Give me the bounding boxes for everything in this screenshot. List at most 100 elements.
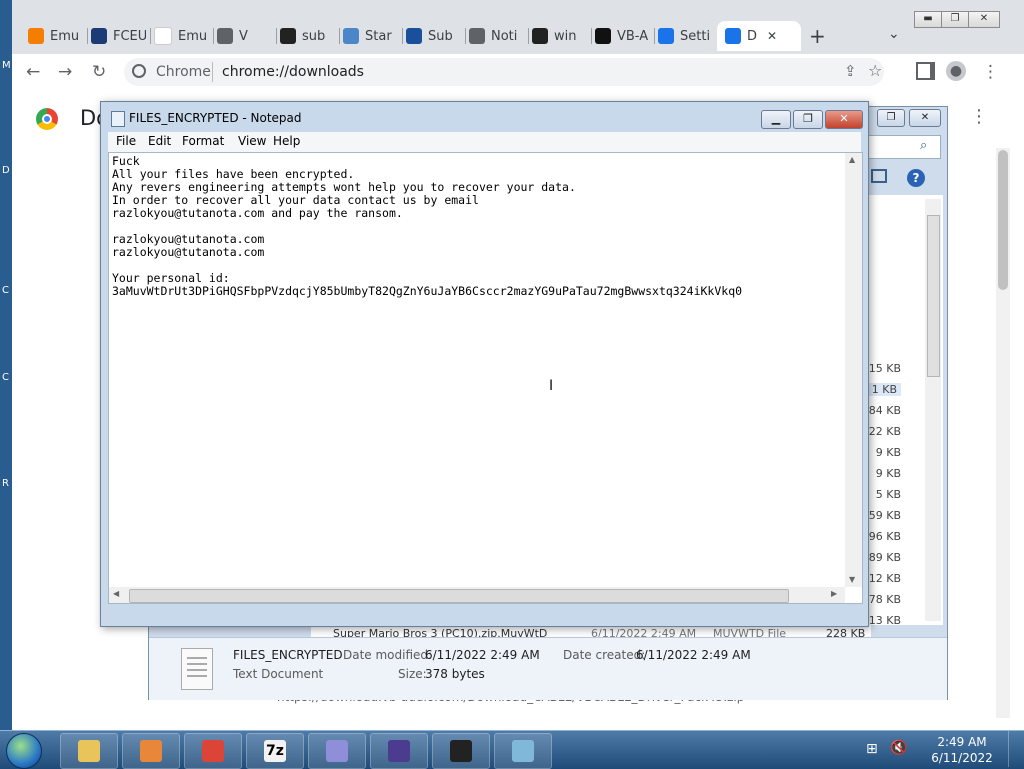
details-created-label: Date created: [563,648,646,662]
menu-format[interactable]: Format [182,134,224,148]
globe-icon [217,28,233,44]
site-label: Chrome [156,64,211,80]
notepad-titlebar[interactable]: FILES_ENCRYPTED - Notepad ▁ ❐ ✕ [101,102,868,134]
preview-pane-icon[interactable] [871,169,887,183]
menu-edit[interactable]: Edit [148,134,171,148]
menu-file[interactable]: File [116,134,136,148]
file-size-cell: 9 KB [875,446,901,459]
network-icon[interactable]: ⊞ [866,741,878,757]
menu-kebab-icon[interactable]: ⋮ [982,62,999,82]
tab-0[interactable]: Emu [28,21,83,51]
explorer-taskbar-button[interactable] [60,733,118,769]
app3-taskbar-button[interactable] [432,733,490,769]
tab-1[interactable]: FCEU [91,21,146,51]
tab-9[interactable]: VB-A [595,21,650,51]
tab-2[interactable]: Emu [154,21,209,51]
close-button[interactable]: ✕ [968,11,1000,28]
close-tab-icon[interactable]: ✕ [767,29,777,43]
menu-view[interactable]: View [238,134,266,148]
desktop-icon-label: M [2,60,11,71]
ransom-note-text[interactable]: Fuck All your files have been encrypted.… [112,155,842,601]
triangle-app-icon [326,740,348,762]
search-icon: ⌕ [920,138,928,153]
file-size-cell: 1 KB [867,383,901,396]
notepad-horizontal-scrollbar[interactable]: ◀ ▶ [109,587,845,603]
tab-4[interactable]: sub [280,21,335,51]
tab-separator [150,28,151,44]
emu-r-icon [154,27,172,45]
minimize-button[interactable]: ▬ [914,11,942,28]
media-taskbar-button[interactable] [122,733,180,769]
scroll-up-icon[interactable]: ▲ [849,155,855,164]
desktop-icon-label: R [2,478,9,489]
desktop-icon-label: C [2,285,9,296]
start-button[interactable] [6,733,42,769]
7zip-taskbar-button[interactable]: 7z [246,733,304,769]
back-icon[interactable]: ← [26,62,40,82]
tab-search-icon[interactable]: ⌄ [888,26,900,42]
tab-label: V [239,28,248,44]
notepad-text-area[interactable]: Fuck All your files have been encrypted.… [108,152,863,604]
notepad-window: FILES_ENCRYPTED - Notepad ▁ ❐ ✕ File Edi… [100,101,869,627]
tab-label: Setti [680,28,711,44]
forward-icon[interactable]: → [58,62,72,82]
bookmark-star-icon[interactable]: ☆ [868,61,882,80]
address-bar[interactable]: Chrome chrome://downloads ⇪ ☆ [124,58,884,86]
tab-10[interactable]: Setti [658,21,713,51]
file-list-scrollbar[interactable] [925,199,941,621]
tab-separator [339,28,340,44]
tab-5[interactable]: Star [343,21,398,51]
notepad-vertical-scrollbar[interactable]: ▲ ▼ [845,153,862,587]
notepad-minimize-button[interactable]: ▁ [761,110,791,129]
7zip-icon: 7z [264,740,286,762]
tab-6[interactable]: Sub [406,21,461,51]
maximize-button[interactable]: ❐ [941,11,969,28]
clock-time[interactable]: 2:49 AM [930,735,994,749]
tab-7[interactable]: Noti [469,21,524,51]
side-panel-icon[interactable] [916,62,935,80]
desktop-icon-label: D [2,165,10,176]
show-desktop-button[interactable] [1008,731,1023,767]
page-scrollbar-thumb[interactable] [998,150,1008,290]
clock-date[interactable]: 6/11/2022 [930,751,994,765]
tab-label: Emu [50,28,80,44]
scroll-right-icon[interactable]: ▶ [831,589,837,598]
menu-help[interactable]: Help [273,134,300,148]
explorer-search-box[interactable]: ⌕ [867,135,941,159]
share-icon[interactable]: ⇪ [844,62,857,80]
notepad-maximize-button[interactable]: ❐ [793,110,823,129]
reload-icon[interactable]: ↻ [92,62,106,82]
downloads-menu-icon[interactable]: ⋮ [970,106,988,127]
tab-11[interactable]: D ✕ [717,21,801,51]
notepad-close-button[interactable]: ✕ [825,110,863,129]
tab-separator [528,28,529,44]
explorer-maximize-button[interactable]: ❐ [877,109,905,127]
notepad-taskbar-button[interactable] [494,733,552,769]
file-size-cell: 13 KB [868,614,901,627]
details-modified-value: 6/11/2022 2:49 AM [425,648,540,662]
profile-avatar-icon[interactable]: ● [946,61,966,81]
scroll-left-icon[interactable]: ◀ [113,589,119,598]
notepad-icon [111,111,125,127]
tab-label: D [747,28,758,44]
details-created-value: 6/11/2022 2:49 AM [636,648,751,662]
explorer-close-button[interactable]: ✕ [909,109,941,127]
url-text: chrome://downloads [222,64,364,80]
app-taskbar-button[interactable] [308,733,366,769]
tab-8[interactable]: win [532,21,587,51]
vb-icon [595,28,611,44]
new-tab-button[interactable]: + [809,24,826,48]
chrome-taskbar-button[interactable] [184,733,242,769]
file-size-cell: 9 KB [875,467,901,480]
scroll-down-icon[interactable]: ▼ [849,575,855,584]
tab-label: sub [302,28,326,44]
archive-icon [280,28,296,44]
notepad-horizontal-scrollbar-thumb[interactable] [129,589,789,603]
volume-muted-icon[interactable]: 🔇 [890,740,907,756]
help-icon[interactable]: ? [907,169,925,187]
details-file-name: FILES_ENCRYPTED [233,648,343,662]
app2-taskbar-button[interactable] [370,733,428,769]
file-list-scrollbar-thumb[interactable] [927,215,940,377]
tab-3[interactable]: V [217,21,272,51]
tab-separator [276,28,277,44]
